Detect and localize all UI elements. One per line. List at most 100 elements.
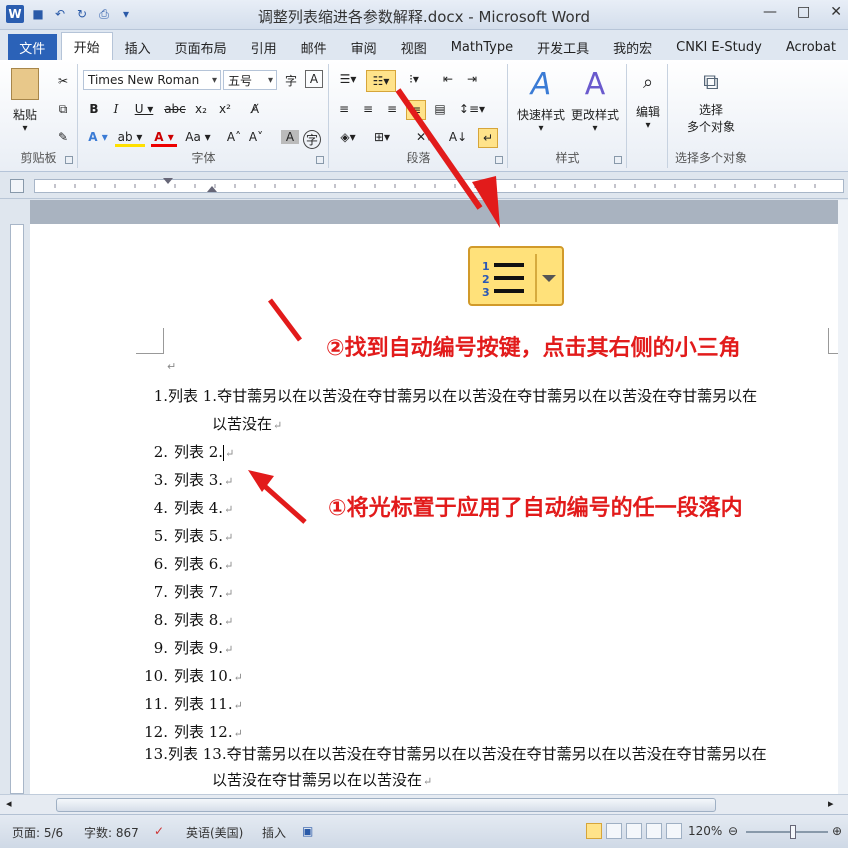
italic-icon[interactable]: I (107, 102, 125, 116)
shrink-font-icon[interactable]: A˅ (247, 130, 265, 144)
list-item[interactable]: 5. 列表 5.↵ (138, 522, 234, 552)
select-objects-button[interactable]: ⧉ 选择 多个对象 (673, 70, 749, 135)
grow-font-icon[interactable]: A˄ (225, 130, 243, 144)
align-center-icon[interactable]: ≡ (358, 102, 378, 116)
tab-file[interactable]: 文件 (8, 34, 57, 60)
insert-mode[interactable]: 插入 (262, 824, 286, 841)
horizontal-ruler[interactable] (0, 173, 848, 199)
tab-insert[interactable]: 插入 (113, 34, 163, 60)
align-right-icon[interactable]: ≡ (382, 102, 402, 116)
vertical-scrollbar[interactable] (838, 200, 848, 794)
web-layout-icon[interactable] (626, 823, 642, 839)
list-item[interactable]: 9. 列表 9.↵ (138, 634, 234, 664)
paragraph-launcher-icon[interactable] (495, 156, 503, 164)
zoom-out-icon[interactable]: ⊖ (728, 824, 738, 838)
bullets-button[interactable]: ☰▾ (334, 72, 362, 86)
vertical-ruler[interactable] (10, 224, 24, 794)
quick-styles-button[interactable]: A 快速样式 ▾ (513, 68, 569, 135)
tab-view[interactable]: 视图 (389, 34, 439, 60)
hanging-indent-marker[interactable] (207, 186, 217, 192)
list-item[interactable]: 10. 列表 10.↵ (138, 662, 243, 692)
chinese-layout-icon[interactable]: ✕▾ (412, 130, 436, 144)
scroll-right-icon[interactable]: ▸ (828, 797, 834, 810)
list-item[interactable]: 6. 列表 6.↵ (138, 550, 234, 580)
strikethrough-icon[interactable]: abc (163, 102, 187, 116)
font-color-icon[interactable]: A ▾ (151, 130, 177, 147)
ruler-strip[interactable] (34, 178, 844, 193)
list-item[interactable]: 7. 列表 7.↵ (138, 578, 234, 608)
change-styles-button[interactable]: A 更改样式 ▾ (567, 68, 623, 135)
document-page[interactable]: ↵ 1 2 3 ②找到自动编号按键，点击其右侧的小三角 ①将光标置于应用了自动编… (30, 200, 848, 794)
scroll-thumb[interactable] (56, 798, 716, 812)
close-button[interactable]: ✕ (830, 4, 842, 20)
clipboard-launcher-icon[interactable] (65, 156, 73, 164)
macro-record-icon[interactable]: ▣ (302, 824, 313, 838)
highlight-icon[interactable]: ab ▾ (115, 130, 145, 147)
list-item[interactable]: 4. 列表 4.↵ (138, 494, 234, 524)
proofing-icon[interactable]: ✓ (154, 824, 164, 838)
enclose-char-icon[interactable]: 字 (303, 130, 321, 149)
font-launcher-icon[interactable] (316, 156, 324, 164)
tab-developer[interactable]: 开发工具 (525, 34, 601, 60)
tab-cnki[interactable]: CNKI E-Study (664, 34, 774, 60)
paste-button[interactable]: 粘贴 ▾ (8, 68, 42, 134)
distributed-icon[interactable]: ▤ (430, 102, 450, 116)
font-name-select[interactable]: Times New Roman (83, 70, 221, 90)
zoom-in-icon[interactable]: ⊕ (832, 824, 842, 838)
shading-icon[interactable]: ◈▾ (334, 130, 362, 144)
tab-review[interactable]: 审阅 (339, 34, 389, 60)
bold-icon[interactable]: B (85, 102, 103, 116)
zoom-level[interactable]: 120% (688, 824, 722, 838)
tab-home[interactable]: 开始 (60, 32, 113, 60)
decrease-indent-icon[interactable]: ⇤ (438, 72, 458, 86)
word-count[interactable]: 字数: 867 (84, 824, 139, 841)
tab-my-macros[interactable]: 我的宏 (601, 34, 664, 60)
increase-indent-icon[interactable]: ⇥ (462, 72, 482, 86)
align-left-icon[interactable]: ≡ (334, 102, 354, 116)
styles-launcher-icon[interactable] (614, 156, 622, 164)
text-effects-icon[interactable]: A ▾ (85, 130, 111, 144)
underline-icon[interactable]: U ▾ (131, 102, 157, 116)
tab-page-layout[interactable]: 页面布局 (163, 34, 239, 60)
superscript-icon[interactable]: x² (215, 102, 235, 116)
zoom-slider[interactable] (746, 831, 828, 833)
tab-acrobat[interactable]: Acrobat (774, 34, 848, 60)
tab-mailings[interactable]: 邮件 (289, 34, 339, 60)
change-case-icon[interactable]: Aa ▾ (183, 130, 213, 144)
char-border-icon[interactable]: A (305, 70, 323, 88)
full-screen-reading-icon[interactable] (606, 823, 622, 839)
list-item[interactable]: 11. 列表 11.↵ (138, 690, 243, 720)
char-shading-icon[interactable]: A (281, 130, 299, 144)
copy-icon[interactable]: ⧉ (54, 100, 72, 118)
cut-icon[interactable]: ✂ (54, 72, 72, 90)
list-item[interactable]: 3. 列表 3.↵ (138, 466, 234, 496)
tab-mathtype[interactable]: MathType (439, 34, 525, 60)
editing-button[interactable]: ⌕ 编辑 ▾ (632, 72, 664, 131)
borders-icon[interactable]: ⊞▾ (368, 130, 396, 144)
print-layout-icon[interactable] (586, 823, 602, 839)
minimize-button[interactable]: — (763, 4, 777, 20)
sort-icon[interactable]: A↓ (446, 130, 470, 144)
zoom-slider-thumb[interactable] (790, 825, 796, 839)
multilevel-list-button[interactable]: ⁝▾ (400, 72, 428, 86)
format-painter-icon[interactable]: ✎ (54, 128, 72, 146)
justify-icon[interactable]: ≡ (406, 100, 426, 120)
tab-references[interactable]: 引用 (239, 34, 289, 60)
list-item[interactable]: 8. 列表 8.↵ (138, 606, 234, 636)
first-line-indent-marker[interactable] (163, 178, 173, 184)
numbering-button[interactable]: ☷▾ (366, 70, 396, 92)
scroll-left-icon[interactable]: ◂ (6, 797, 12, 810)
list-item[interactable]: 2. 列表 2. ↵ (138, 438, 234, 468)
subscript-icon[interactable]: x₂ (191, 102, 211, 116)
draft-icon[interactable] (666, 823, 682, 839)
horizontal-scrollbar[interactable]: ◂ ▸ (0, 794, 848, 814)
tab-selector-icon[interactable] (10, 179, 24, 193)
line-spacing-icon[interactable]: ↕≡▾ (458, 102, 486, 116)
page-count[interactable]: 页面: 5/6 (12, 824, 63, 841)
font-size-select[interactable]: 五号 (223, 70, 277, 90)
show-marks-icon[interactable]: ↵ (478, 128, 498, 148)
maximize-button[interactable]: □ (797, 4, 810, 20)
phonetic-guide-icon[interactable]: 字 (281, 70, 301, 90)
language[interactable]: 英语(美国) (186, 824, 243, 841)
clear-format-icon[interactable]: A̸ (245, 102, 265, 116)
